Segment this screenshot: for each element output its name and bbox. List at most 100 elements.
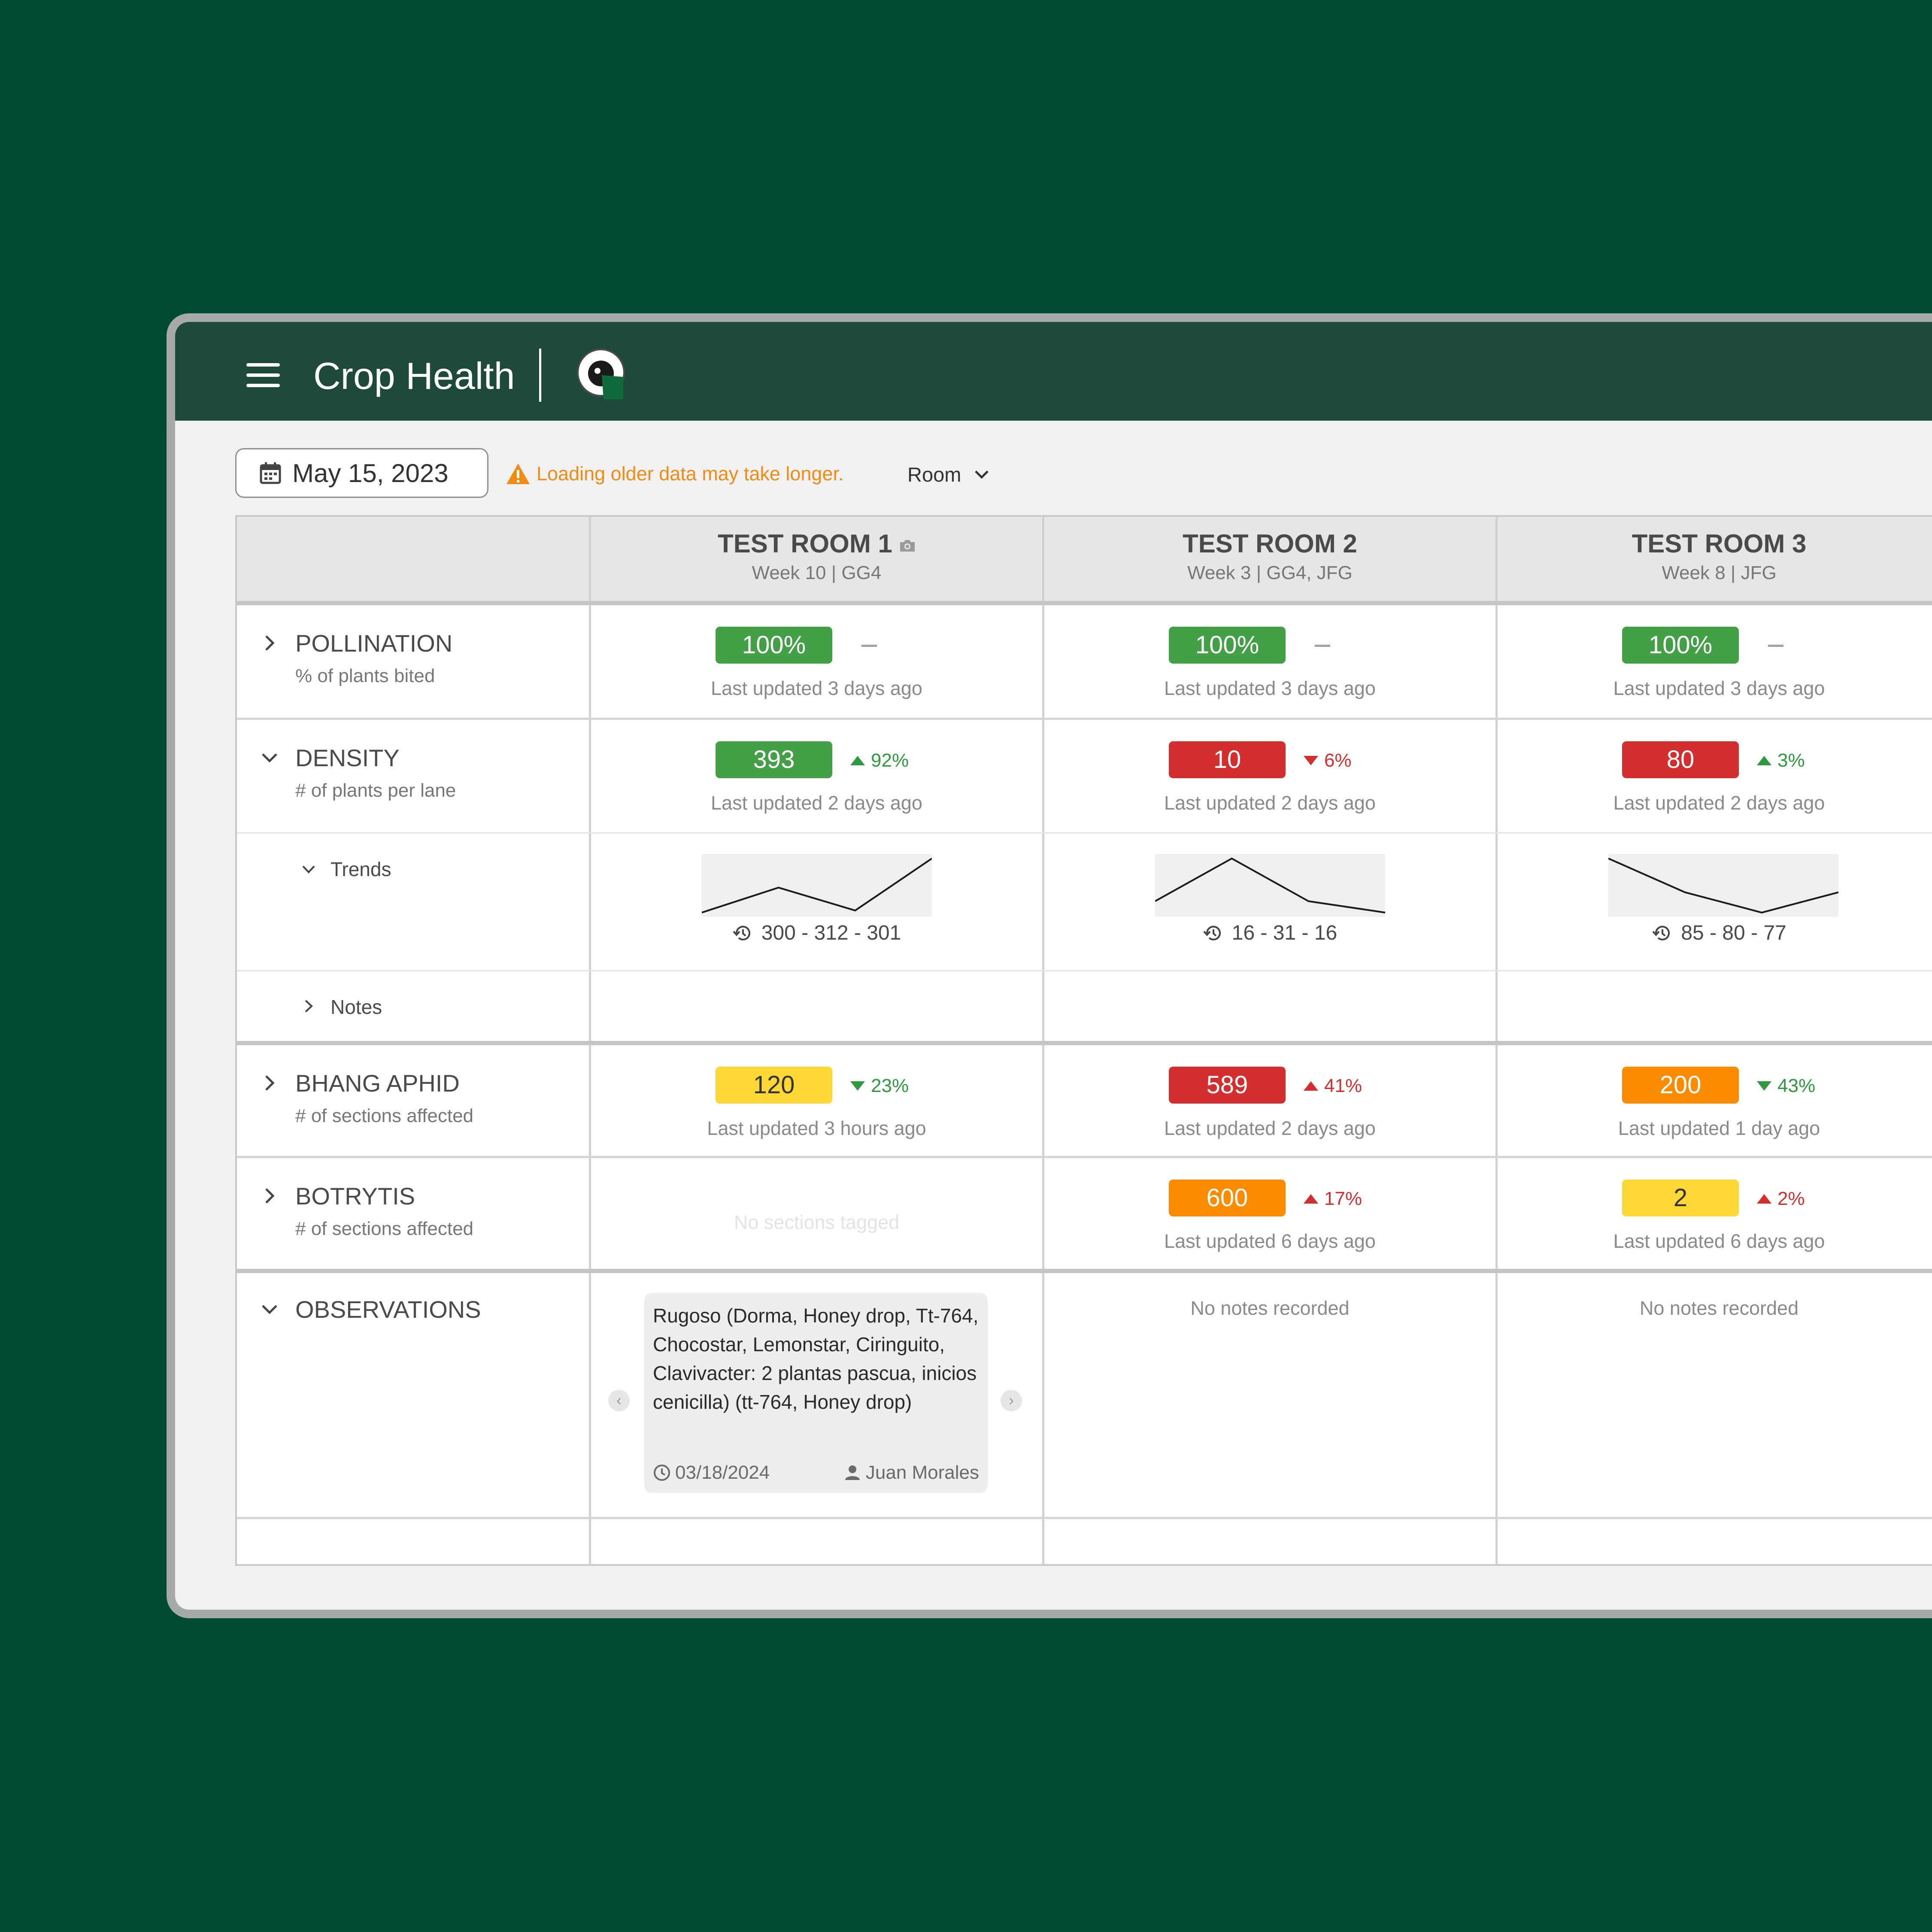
note-card[interactable]: Rugoso (Dorma, Honey drop, Tt-764, Choco… — [644, 1293, 988, 1493]
metric-cell[interactable]: 600 17% Last updated 6 days ago — [1044, 1158, 1498, 1269]
calendar-icon — [260, 462, 281, 484]
metric-label-cell[interactable]: BHANG APHID # of sections affected — [237, 1045, 591, 1156]
header-empty-cell — [237, 517, 591, 601]
room-subtitle: Week 8 | JFG — [1662, 562, 1777, 583]
metric-value-group: 200 43% — [1498, 1067, 1932, 1105]
metric-label-cell[interactable]: DENSITY # of plants per lane — [237, 720, 591, 832]
trends-label: Trends — [331, 858, 391, 880]
metric-cell[interactable]: 100% Last updated 3 days ago — [1498, 605, 1932, 718]
notes-label: Notes — [331, 996, 382, 1018]
last-updated-text: Last updated 3 days ago — [1164, 677, 1376, 699]
last-updated-text: Last updated 2 days ago — [1164, 1117, 1376, 1139]
loading-warning: Loading older data may take longer. — [506, 463, 844, 485]
observations-row: OBSERVATIONS ‹ Rugoso (Dorma, Honey drop… — [237, 1273, 1932, 1517]
metric-cell[interactable]: 200 43% Last updated 1 day ago — [1498, 1045, 1932, 1156]
divider — [237, 1269, 1932, 1273]
empty-notes-text: No notes recorded — [1639, 1297, 1799, 1319]
metric-cell[interactable]: No sections tagged — [591, 1158, 1044, 1269]
observation-cell: No notes recorded — [1044, 1273, 1498, 1517]
history-icon — [1203, 925, 1221, 940]
last-updated-text: Last updated 3 days ago — [1613, 677, 1825, 699]
metric-cell[interactable]: 589 41% Last updated 2 days ago — [1044, 1045, 1498, 1156]
previous-note-button[interactable]: ‹ — [608, 1390, 630, 1411]
toolbar: May 15, 2023 Loading older data may take… — [175, 421, 1932, 515]
clock-icon — [654, 1465, 670, 1481]
value-badge: 100% — [716, 627, 832, 664]
chevron-right-icon[interactable] — [261, 1074, 278, 1092]
arrow-up-icon — [1757, 756, 1771, 765]
delta-text: 23% — [871, 1075, 909, 1096]
room-subtitle: Week 10 | GG4 — [752, 562, 882, 583]
delta-indicator: 23% — [850, 1075, 909, 1097]
last-updated-text: Last updated 3 days ago — [711, 677, 922, 699]
arrow-up-icon — [1757, 1194, 1771, 1204]
arrow-down-icon — [850, 1081, 865, 1091]
trend-cell: 16 - 31 - 16 — [1044, 834, 1498, 970]
trend-sparkline — [1608, 854, 1838, 917]
metric-value-group: 589 41% — [1044, 1067, 1495, 1105]
value-badge: 393 — [716, 741, 832, 778]
metric-label-cell[interactable]: POLLINATION % of plants bited — [237, 605, 591, 718]
metric-cell[interactable]: 120 23% Last updated 3 hours ago — [591, 1045, 1044, 1156]
room-header: TEST ROOM 1 Week 10 | GG4 — [591, 517, 1044, 601]
date-value: May 15, 2023 — [292, 458, 449, 488]
metric-label: POLLINATION — [295, 630, 453, 657]
metric-cell[interactable]: 80 3% Last updated 2 days ago — [1498, 720, 1932, 832]
metric-cell[interactable]: 10 6% Last updated 2 days ago — [1044, 720, 1498, 832]
delta-text: 6% — [1324, 750, 1352, 771]
delta-text: 92% — [871, 750, 909, 771]
arrow-up-icon — [1304, 1081, 1318, 1091]
next-note-button[interactable]: › — [1001, 1390, 1022, 1411]
notes-label-cell[interactable]: Notes — [237, 971, 591, 1041]
value-badge: 600 — [1169, 1180, 1286, 1216]
metric-cell[interactable]: 100% Last updated 3 days ago — [1044, 605, 1498, 718]
delta-text: 41% — [1324, 1075, 1362, 1096]
app-window: Crop Health May 15, 2023 Loading older d… — [167, 313, 1932, 1618]
delta-indicator: 17% — [1304, 1188, 1362, 1210]
empty-cell — [237, 1519, 591, 1564]
metric-label: BHANG APHID — [295, 1070, 460, 1097]
metric-row-density: DENSITY # of plants per lane 393 92% Last … — [237, 720, 1932, 832]
chevron-right-icon[interactable] — [261, 634, 278, 652]
observations-label-cell[interactable]: OBSERVATIONS — [237, 1273, 591, 1517]
header-row: TEST ROOM 1 Week 10 | GG4 TEST ROOM 2 We… — [237, 517, 1932, 601]
trend-cell: 85 - 80 - 77 — [1498, 834, 1932, 970]
last-updated-text: Last updated 2 days ago — [711, 792, 922, 814]
metric-cell[interactable]: 393 92% Last updated 2 days ago — [591, 720, 1044, 832]
trend-summary: 300 - 312 - 301 — [591, 921, 1042, 945]
delta-text: 17% — [1324, 1188, 1362, 1209]
top-bar: Crop Health — [175, 322, 1932, 421]
group-by-value: Room — [907, 463, 961, 486]
value-badge: 120 — [716, 1067, 832, 1104]
date-picker[interactable]: May 15, 2023 — [235, 448, 488, 498]
warning-text: Loading older data may take longer. — [537, 463, 844, 485]
trend-sparkline — [1155, 854, 1385, 917]
group-by-select[interactable]: Room — [907, 463, 989, 486]
chevron-down-icon[interactable] — [261, 749, 278, 766]
chevron-down-icon — [975, 470, 989, 479]
trends-label-cell[interactable]: Trends — [237, 834, 591, 970]
metric-row-pollination: POLLINATION % of plants bited 100% Last u… — [237, 605, 1932, 718]
delta-indicator: 43% — [1757, 1075, 1815, 1097]
no-change-dash — [1768, 645, 1783, 647]
trends-row: Trends 300 - 312 - 301 16 - 31 - 16 85 -… — [237, 834, 1932, 970]
chevron-down-icon[interactable] — [261, 1301, 278, 1318]
delta-text: 3% — [1777, 750, 1805, 771]
note-date-text: 03/18/2024 — [675, 1462, 770, 1483]
metric-row-botrytis: BOTRYTIS # of sections affected No secti… — [237, 1158, 1932, 1269]
arrow-down-icon — [1757, 1081, 1771, 1091]
hamburger-menu-icon[interactable] — [246, 363, 280, 387]
metric-cell[interactable]: 100% Last updated 3 days ago — [591, 605, 1044, 718]
metric-label-cell[interactable]: BOTRYTIS # of sections affected — [237, 1158, 591, 1269]
chevron-right-icon[interactable] — [261, 1187, 278, 1204]
room-name: TEST ROOM 3 — [1632, 529, 1807, 558]
metric-sublabel: # of sections affected — [295, 1105, 474, 1126]
note-text: Rugoso (Dorma, Honey drop, Tt-764, Choco… — [653, 1304, 979, 1413]
observation-cell: ‹ Rugoso (Dorma, Honey drop, Tt-764, Cho… — [591, 1273, 1044, 1517]
chevron-right-icon[interactable] — [301, 999, 316, 1013]
delta-indicator: 6% — [1304, 750, 1352, 771]
arrow-up-icon — [850, 756, 865, 765]
chevron-down-icon[interactable] — [301, 862, 316, 877]
metric-cell[interactable]: 2 2% Last updated 6 days ago — [1498, 1158, 1932, 1269]
camera-icon[interactable] — [899, 539, 916, 552]
